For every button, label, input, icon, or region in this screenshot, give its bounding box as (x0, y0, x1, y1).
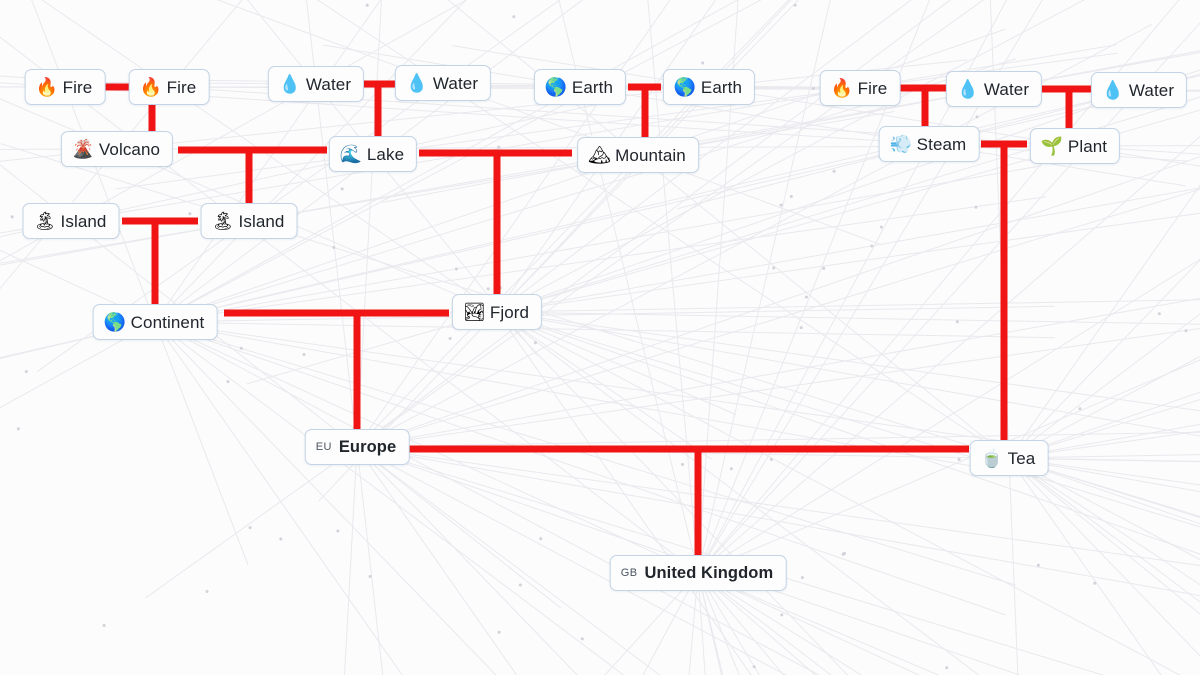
node-steam[interactable]: 💨 Steam (878, 126, 980, 162)
node-label: Earth (571, 77, 614, 97)
node-label: Plant (1067, 136, 1108, 156)
edge-volcano-lake-island2 (178, 146, 327, 210)
gb-flag: GB (620, 566, 638, 579)
fire-emoji: 🔥 (139, 77, 163, 97)
island-emoji: 🏝 (33, 211, 57, 231)
node-label: Fire (62, 77, 93, 97)
node-fire1[interactable]: 🔥 Fire (24, 69, 106, 105)
node-earth1[interactable]: 🌎 Earth (533, 69, 627, 105)
edge-earth1-earth2-mountain (628, 83, 661, 144)
node-plant[interactable]: 🌱 Plant (1029, 128, 1121, 164)
node-water2[interactable]: 💧 Water (394, 65, 492, 101)
node-label: Mountain (615, 145, 686, 165)
node-lake[interactable]: 🌊 Lake (328, 136, 418, 172)
earth-emoji: 🌎 (544, 77, 568, 97)
wave-emoji: 🌊 (339, 144, 363, 164)
node-label: United Kingdom (644, 563, 774, 582)
edge-island1-island2-continent (122, 217, 198, 312)
node-label: Island (238, 211, 285, 231)
node-label: Water (305, 74, 352, 94)
volcano-emoji: 🌋 (71, 139, 95, 159)
node-label: Fire (166, 77, 197, 97)
droplet-emoji: 💧 (1101, 80, 1125, 100)
node-volcano[interactable]: 🌋 Volcano (60, 131, 174, 167)
national-park-emoji: 🏞 (462, 302, 486, 322)
teacup-emoji: 🍵 (980, 448, 1004, 468)
droplet-emoji: 💧 (278, 74, 302, 94)
node-label: Steam (916, 134, 967, 154)
node-label: Earth (700, 77, 743, 97)
node-water1[interactable]: 💧 Water (267, 66, 365, 102)
node-label: Lake (366, 144, 405, 164)
earth-emoji: 🌎 (673, 77, 697, 97)
droplet-emoji: 💧 (405, 73, 429, 93)
node-fire3[interactable]: 🔥 Fire (819, 70, 901, 106)
node-fire2[interactable]: 🔥 Fire (128, 69, 210, 105)
craft-tree-canvas[interactable]: 🔥 Fire 🔥 Fire 💧 Water 💧 Water 🌎 Earth 🌎 Earth 🔥 Fire 💧… (0, 0, 1200, 675)
node-label: Tea (1007, 448, 1036, 468)
mountain-emoji: 🏔 (588, 145, 611, 165)
node-label: Water (983, 79, 1030, 99)
fire-emoji: 🔥 (830, 78, 854, 98)
node-fjord[interactable]: 🏞 Fjord (451, 294, 543, 330)
node-label: Volcano (98, 139, 161, 159)
edge-steam-plant-tea (981, 140, 1027, 447)
node-label: Water (432, 73, 479, 93)
node-europe[interactable]: EU Europe (304, 429, 410, 465)
node-mountain[interactable]: 🏔 Mountain (577, 137, 699, 173)
node-label: Continent (130, 312, 205, 332)
edge-continent-fjord-europe (224, 309, 449, 436)
node-label: Europe (338, 437, 397, 456)
node-label: Island (60, 211, 107, 231)
node-water3[interactable]: 💧 Water (945, 71, 1043, 107)
node-uk[interactable]: GB United Kingdom (609, 555, 787, 591)
earth-emoji: 🌎 (103, 312, 127, 332)
node-label: Fire (857, 78, 888, 98)
node-water4[interactable]: 💧 Water (1090, 72, 1188, 108)
eu-flag: EU (315, 440, 332, 453)
seedling-emoji: 🌱 (1040, 136, 1064, 156)
node-island2[interactable]: 🏝 Island (200, 203, 298, 239)
edge-lake-mountain-fjord (419, 149, 572, 301)
node-earth2[interactable]: 🌎 Earth (662, 69, 756, 105)
edge-europe-tea-uk (406, 445, 969, 562)
node-tea[interactable]: 🍵 Tea (969, 440, 1049, 476)
node-continent[interactable]: 🌎 Continent (92, 304, 218, 340)
node-label: Fjord (489, 302, 530, 322)
edge-water1-water2-lake (364, 80, 395, 143)
node-island1[interactable]: 🏝 Island (22, 203, 120, 239)
droplet-emoji: 💧 (956, 79, 980, 99)
node-label: Water (1128, 80, 1175, 100)
island-emoji: 🏝 (211, 211, 235, 231)
fire-emoji: 🔥 (35, 77, 59, 97)
dash-emoji: 💨 (889, 134, 913, 154)
